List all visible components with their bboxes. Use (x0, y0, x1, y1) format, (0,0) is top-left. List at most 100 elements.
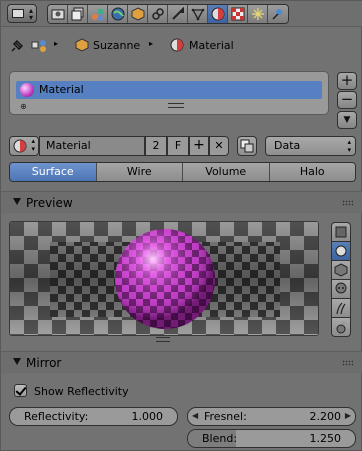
tab-texture[interactable] (228, 5, 248, 23)
preview-cube-button[interactable] (331, 260, 351, 280)
breadcrumb-object: Suzanne (93, 39, 141, 52)
user-count-value: 2 (152, 139, 160, 152)
add-slot-button[interactable]: + (337, 72, 357, 90)
preview-flat-button[interactable] (331, 222, 351, 242)
material-name-field[interactable]: Material (39, 136, 145, 156)
material-preview-icon (20, 83, 34, 97)
tab-modifiers[interactable] (168, 5, 188, 23)
collapse-triangle-icon (13, 358, 21, 365)
material-icon (170, 38, 184, 52)
breadcrumb-separator: ▸ (149, 39, 154, 48)
context-tabs (47, 4, 289, 24)
filter-options-icon[interactable]: ⊕ (20, 102, 27, 111)
properties-editor: ▴ ▾ ▸ Suzanne ▸ Material Material ⊕ + − … (0, 0, 362, 451)
constraints-icon (152, 8, 164, 20)
physics-icon (272, 9, 282, 20)
drag-handle-icon[interactable] (342, 200, 353, 206)
slot-specials-button[interactable]: ▼ (337, 111, 357, 129)
link-target-dropdown[interactable]: Data ▴ ▾ (265, 136, 356, 156)
sphere-preview-icon (335, 245, 347, 257)
tab-world[interactable] (108, 5, 128, 23)
fake-user-button[interactable]: F (167, 136, 189, 156)
object-data-icon (191, 8, 205, 21)
render-layers-icon (71, 7, 84, 21)
mesh-icon (75, 38, 89, 52)
monkey-preview-icon (335, 282, 347, 294)
editor-type-button[interactable]: ▴ ▾ (7, 4, 37, 23)
material-slot-list[interactable]: Material ⊕ (9, 71, 329, 115)
blend-value: 1.250 (309, 432, 342, 445)
tab-object[interactable] (128, 5, 148, 23)
material-preview-render (9, 221, 319, 336)
material-icon (211, 7, 225, 21)
tab-surface[interactable]: Surface (10, 163, 97, 181)
pin-icon[interactable] (11, 38, 25, 52)
browse-material-button[interactable]: ▴ ▾ (9, 136, 39, 156)
context-icon (31, 40, 46, 52)
cube-preview-icon (334, 263, 348, 277)
browse-icon (13, 139, 27, 153)
preview-sphere-button[interactable] (331, 241, 351, 261)
preview-sky-button[interactable] (331, 317, 351, 337)
tab-scene[interactable] (88, 5, 108, 23)
user-count-button[interactable]: 2 (145, 136, 167, 156)
chevron-updown-icon: ▴ ▾ (28, 6, 33, 22)
chevron-down-icon: ▼ (343, 115, 351, 125)
tab-material[interactable] (208, 5, 228, 23)
fresnel-value: 2.200 (309, 410, 342, 423)
chevron-updown-icon: ▴ ▾ (347, 138, 351, 154)
drag-handle-icon[interactable] (342, 360, 353, 366)
preview-hair-button[interactable] (331, 298, 351, 318)
preview-resize-grip[interactable] (156, 337, 170, 342)
breadcrumb-material: Material (189, 39, 234, 52)
sphere-sky-icon (336, 321, 346, 334)
mirror-panel-title: Mirror (26, 356, 62, 370)
world-icon (111, 7, 125, 21)
blend-label: Blend: (202, 432, 238, 445)
breadcrumb: ▸ Suzanne ▸ Material (1, 29, 362, 61)
tab-render[interactable] (48, 5, 68, 23)
list-item[interactable]: Material (16, 81, 322, 99)
reflectivity-slider[interactable]: Reflectivity: 1.000 (9, 407, 178, 426)
material-name-value: Material (46, 139, 91, 152)
remove-slot-button[interactable]: − (337, 91, 357, 109)
tab-wire[interactable]: Wire (96, 163, 183, 181)
breadcrumb-separator: ▸ (54, 39, 59, 48)
decrement-arrow-icon[interactable]: ◀ (192, 411, 198, 420)
particles-icon (252, 8, 264, 20)
copy-material-button[interactable] (237, 136, 257, 156)
texture-icon (231, 7, 245, 21)
material-type-selector: Surface Wire Volume Halo (9, 162, 356, 182)
show-reflectivity-checkbox[interactable] (14, 384, 27, 397)
tab-physics[interactable] (268, 5, 288, 23)
tab-volume[interactable]: Volume (183, 163, 270, 181)
reflectivity-label: Reflectivity: (24, 410, 89, 423)
add-icon: + (193, 137, 205, 153)
tab-object-data[interactable] (188, 5, 208, 23)
fresnel-field[interactable]: ◀ Fresnel: 2.200 ▶ (187, 407, 356, 426)
hair-preview-icon (336, 302, 346, 315)
unlink-icon: ✕ (214, 139, 224, 152)
object-icon (131, 7, 145, 21)
tab-particles[interactable] (248, 5, 268, 23)
blend-slider[interactable]: Blend: 1.250 (187, 429, 356, 448)
modifiers-icon (172, 7, 184, 20)
tab-halo[interactable]: Halo (269, 163, 355, 181)
editor-type-icon (12, 9, 24, 18)
link-target-value: Data (274, 139, 301, 152)
fresnel-label: Fresnel: (204, 410, 247, 423)
preview-monkey-button[interactable] (331, 279, 351, 299)
tab-render-layers[interactable] (68, 5, 88, 23)
mirror-panel-header[interactable]: Mirror (1, 351, 362, 373)
flat-preview-icon (335, 226, 347, 238)
increment-arrow-icon[interactable]: ▶ (345, 411, 351, 420)
unlink-material-button[interactable]: ✕ (209, 136, 229, 156)
tab-constraints[interactable] (148, 5, 168, 23)
preview-image (10, 222, 318, 335)
chevron-updown-icon: ▴ ▾ (31, 137, 35, 153)
preview-panel-header[interactable]: Preview (1, 191, 362, 213)
new-material-button[interactable]: + (189, 136, 209, 156)
reflectivity-value: 1.000 (131, 410, 164, 423)
scene-icon (92, 9, 104, 20)
resize-grip[interactable] (168, 103, 184, 108)
